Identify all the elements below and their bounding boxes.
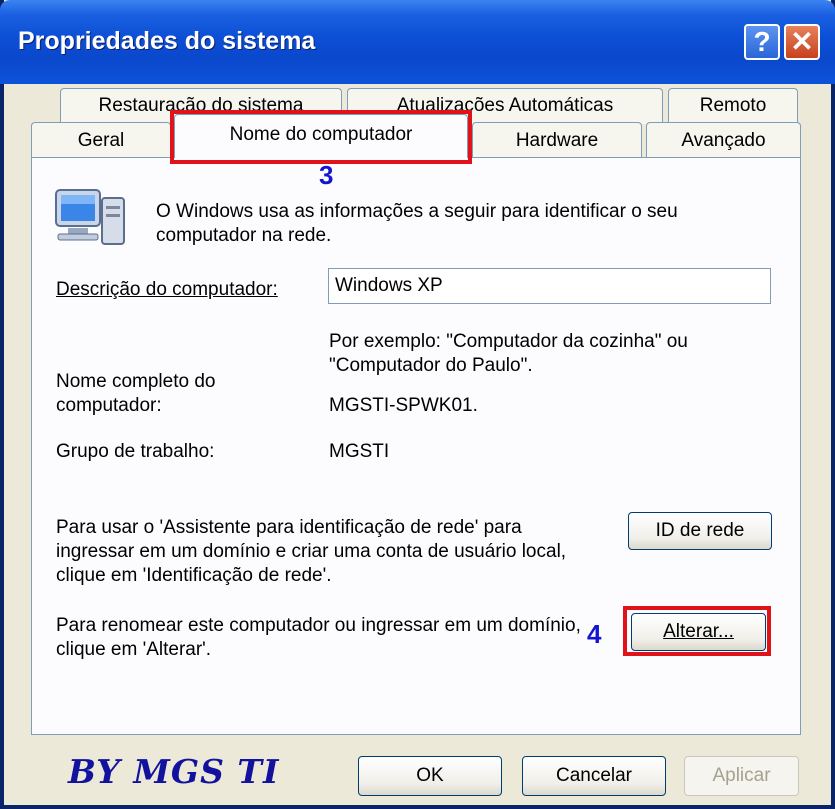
tab-label: Nome do computador	[229, 124, 413, 145]
tab-hardware[interactable]: Hardware	[472, 122, 642, 158]
intro-text: O Windows usa as informações a seguir pa…	[156, 201, 678, 246]
step-marker-4: 4	[587, 619, 602, 649]
window-title: Propriedades do sistema	[18, 27, 316, 55]
workgroup-value: MGSTI	[329, 441, 390, 462]
ok-button[interactable]: OK	[358, 756, 502, 796]
watermark-brand: BY MGS TI	[68, 752, 280, 791]
full-name-value: MGSTI-SPWK01.	[329, 395, 478, 416]
help-icon: ?	[753, 26, 771, 57]
change-button-label: Alterar...	[663, 621, 734, 642]
computer-icon	[55, 189, 125, 245]
tab-label: Avançado	[681, 130, 766, 151]
system-properties-dialog: Propriedades do sistema ? ✕ Restauração …	[0, 0, 835, 809]
title-bar[interactable]: Propriedades do sistema ? ✕	[0, 0, 835, 84]
apply-button-label: Aplicar	[712, 765, 771, 786]
network-id-button[interactable]: ID de rede	[628, 512, 772, 550]
close-button[interactable]: ✕	[784, 24, 820, 60]
change-button[interactable]: Alterar...	[631, 613, 766, 651]
network-id-text: Para usar o 'Assistente para identificaç…	[56, 517, 567, 586]
example-text: Por exemplo: "Computador da cozinha" ou …	[329, 331, 688, 376]
workgroup-label: Grupo de trabalho:	[56, 441, 215, 462]
description-label: Descrição do computador:	[56, 279, 278, 300]
rename-text: Para renomear este computador ou ingress…	[56, 615, 581, 660]
cancel-button[interactable]: Cancelar	[522, 756, 666, 796]
tab-label: Geral	[77, 130, 125, 151]
tab-remote[interactable]: Remoto	[668, 88, 798, 124]
tab-general[interactable]: Geral	[31, 122, 171, 158]
full-name-label: Nome completo do computador:	[56, 371, 216, 416]
help-button[interactable]: ?	[744, 24, 780, 60]
step-marker-3: 3	[319, 160, 334, 190]
tab-computer-name[interactable]: Nome do computador	[174, 114, 468, 158]
close-icon: ✕	[790, 26, 814, 57]
network-id-button-label: ID de rede	[655, 520, 745, 541]
cancel-button-label: Cancelar	[555, 765, 633, 786]
tab-label: Hardware	[515, 130, 599, 151]
tab-advanced[interactable]: Avançado	[646, 122, 801, 158]
tab-label: Remoto	[699, 95, 767, 116]
apply-button[interactable]: Aplicar	[684, 756, 799, 796]
computer-description-input[interactable]: Windows XP	[328, 268, 771, 304]
ok-button-label: OK	[416, 765, 444, 786]
